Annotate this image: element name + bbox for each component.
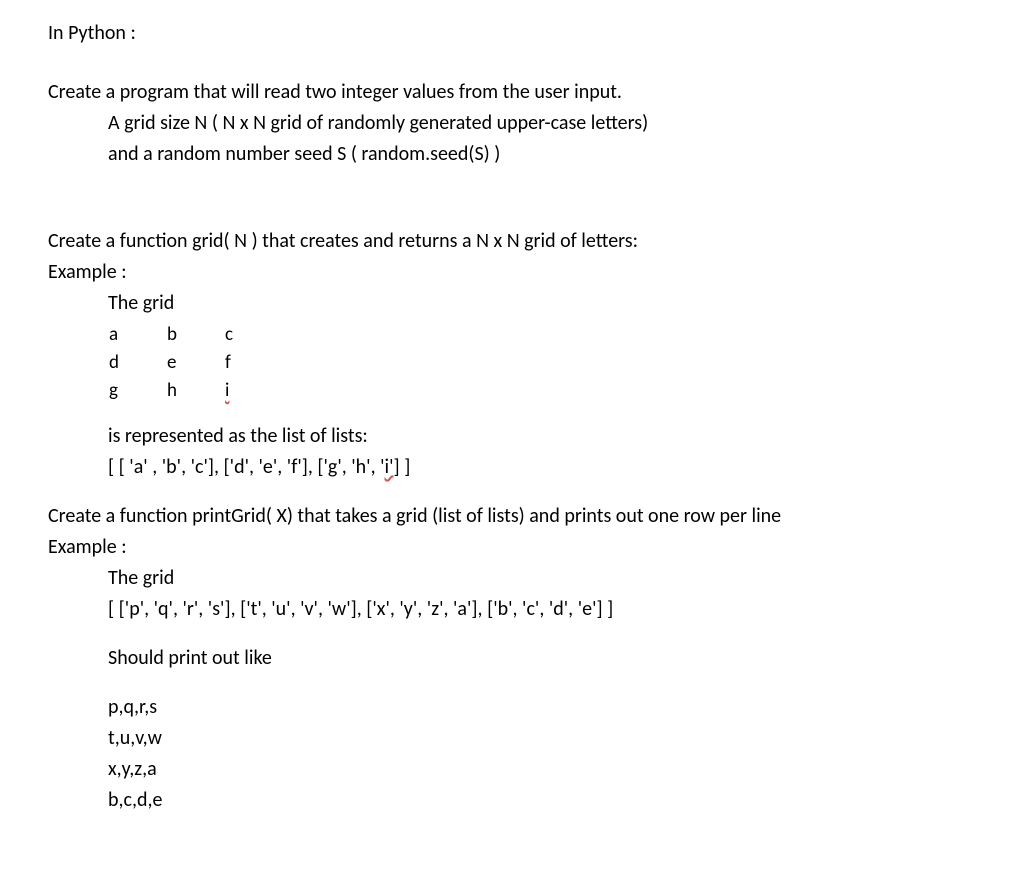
grid-row: g h i [108,377,282,405]
rep-text-post: ] ] [394,455,411,479]
grid-cell: f [224,349,282,377]
output-row: p,q,r,s [48,694,976,721]
rep-text-pre: [ [ 'a' , 'b', 'c'], ['d', 'e', 'f'], ['… [108,455,385,479]
example-label-1: Example : [48,259,976,286]
should-print-line: Should print out like [48,645,976,672]
spellcheck-squiggle: i [225,379,229,402]
grid-cell: g [108,377,166,405]
intro-line-2: A grid size N ( N x N grid of randomly g… [48,110,976,137]
print-grid-list: [ ['p', 'q', 'r', 's'], ['t', 'u', 'v', … [48,596,976,623]
grid-row: a b c [108,321,282,349]
grid-cell: h [166,377,224,405]
grid-cell: b [166,321,224,349]
title-line: In Python : [48,20,976,47]
output-row: x,y,z,a [48,756,976,783]
grid-fn-line: Create a function grid( N ) that creates… [48,228,976,255]
grid-cell: c [224,321,282,349]
document-page: In Python : Create a program that will r… [0,0,1024,814]
output-row: t,u,v,w [48,725,976,752]
grid-cell: d [108,349,166,377]
rep-line-1: is represented as the list of lists: [48,423,976,450]
rep-line-2: [ [ 'a' , 'b', 'c'], ['d', 'e', 'f'], ['… [48,454,976,481]
spellcheck-squiggle: i' [385,455,394,479]
grid-row: d e f [108,349,282,377]
example-grid: a b c d e f g h i [108,321,282,405]
intro-line-1: Create a program that will read two inte… [48,79,976,106]
example-label-2: Example : [48,534,976,561]
intro-line-3: and a random number seed S ( random.seed… [48,141,976,168]
output-row: b,c,d,e [48,787,976,814]
grid-label-1: The grid [48,290,976,317]
grid-cell: a [108,321,166,349]
grid-label-2: The grid [48,565,976,592]
grid-cell: e [166,349,224,377]
grid-cell: i [224,377,282,405]
printgrid-fn-line: Create a function printGrid( X) that tak… [48,503,976,530]
